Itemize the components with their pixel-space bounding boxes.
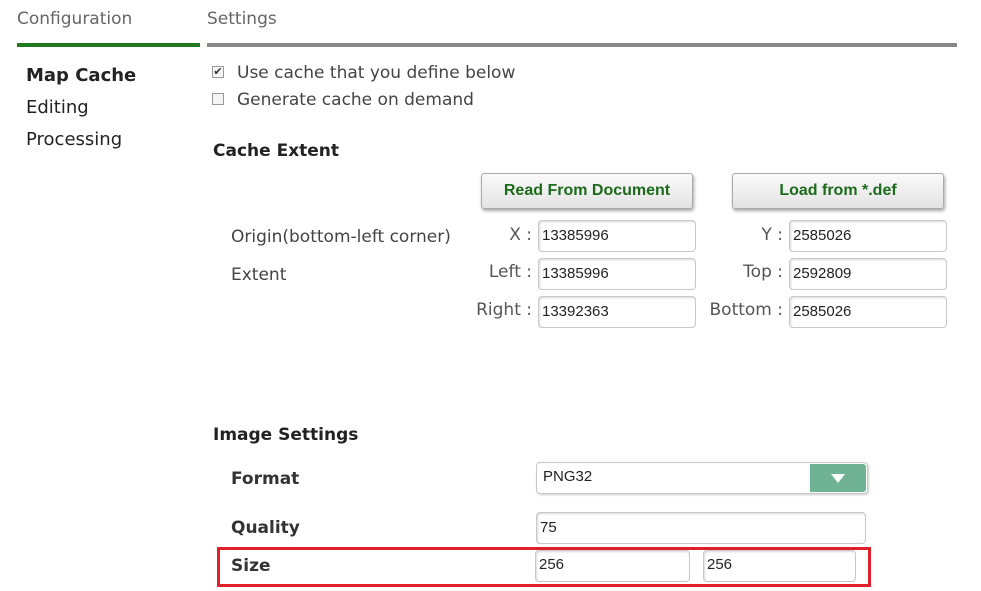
checkmark-icon: ✔ bbox=[213, 65, 223, 78]
tab-configuration[interactable]: Configuration bbox=[17, 9, 132, 29]
right-field[interactable]: 13392363 bbox=[538, 296, 696, 328]
sidebar-item-processing[interactable]: Processing bbox=[26, 129, 122, 150]
format-label: Format bbox=[231, 469, 300, 489]
use-cache-label: Use cache that you define below bbox=[237, 63, 516, 83]
tab-settings[interactable]: Settings bbox=[207, 9, 277, 29]
on-demand-label: Generate cache on demand bbox=[237, 90, 474, 110]
size-width-field[interactable]: 256 bbox=[535, 550, 690, 582]
quality-field[interactable]: 75 bbox=[536, 512, 866, 544]
sidebar-item-map-cache[interactable]: Map Cache bbox=[26, 65, 136, 86]
on-demand-checkbox[interactable] bbox=[212, 93, 224, 105]
quality-label: Quality bbox=[231, 518, 300, 538]
x-label: X : bbox=[509, 225, 532, 245]
bottom-label: Bottom : bbox=[709, 300, 784, 320]
active-tab-indicator bbox=[17, 43, 200, 47]
right-label: Right : bbox=[476, 300, 532, 320]
extent-label: Extent bbox=[231, 265, 287, 285]
top-field[interactable]: 2592809 bbox=[789, 258, 947, 290]
size-height-field[interactable]: 256 bbox=[703, 550, 856, 582]
left-label: Left : bbox=[488, 262, 532, 282]
x-field[interactable]: 13385996 bbox=[538, 220, 696, 252]
bottom-field[interactable]: 2585026 bbox=[789, 296, 947, 328]
format-value: PNG32 bbox=[543, 468, 593, 485]
read-from-document-button[interactable]: Read From Document bbox=[481, 173, 693, 209]
size-label: Size bbox=[231, 556, 271, 576]
y-field[interactable]: 2585026 bbox=[789, 220, 947, 252]
use-cache-option[interactable]: ✔ Use cache that you define below bbox=[212, 63, 552, 85]
format-dropdown-button[interactable] bbox=[810, 464, 866, 492]
origin-label: Origin(bottom-left corner) bbox=[231, 227, 451, 247]
cache-extent-title: Cache Extent bbox=[213, 141, 340, 161]
on-demand-option[interactable]: Generate cache on demand bbox=[212, 90, 552, 112]
top-label: Top : bbox=[743, 262, 783, 282]
left-field[interactable]: 13385996 bbox=[538, 258, 696, 290]
image-settings-title: Image Settings bbox=[213, 425, 359, 445]
chevron-down-icon bbox=[831, 473, 845, 483]
load-from-def-button[interactable]: Load from *.def bbox=[732, 173, 944, 209]
use-cache-checkbox[interactable]: ✔ bbox=[212, 66, 224, 78]
sidebar-item-editing[interactable]: Editing bbox=[26, 97, 89, 118]
tab-divider bbox=[207, 43, 957, 47]
y-label: Y : bbox=[761, 225, 783, 245]
format-select[interactable]: PNG32 bbox=[536, 462, 868, 494]
